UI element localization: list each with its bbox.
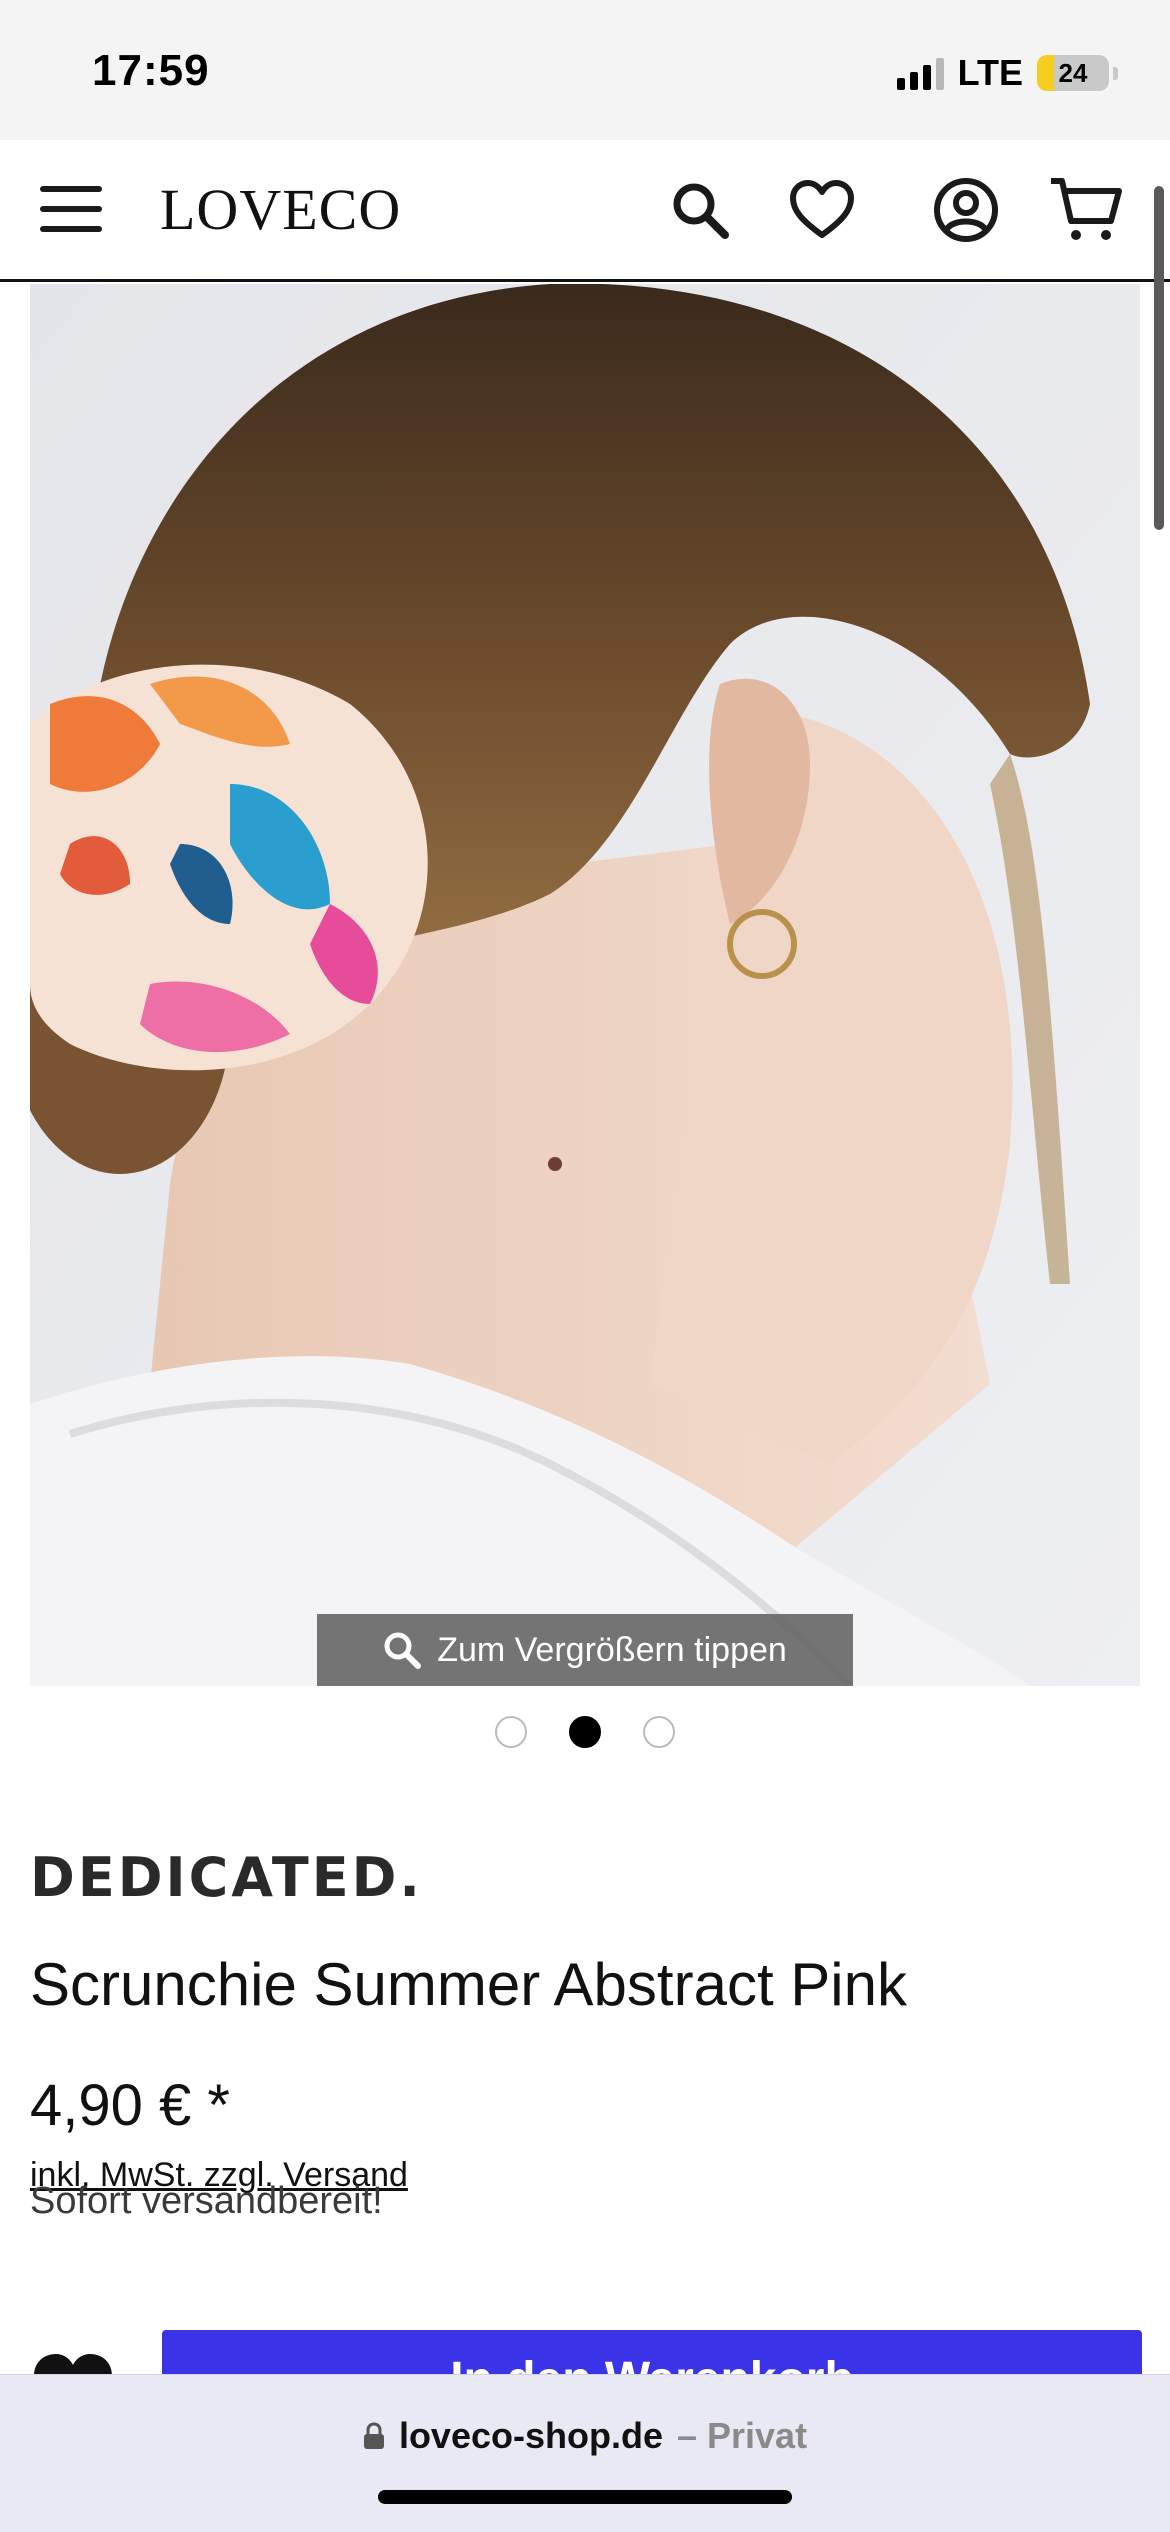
gallery-dot-2[interactable] [569, 1716, 601, 1748]
status-bar: 17:59 LTE 24 [0, 0, 1170, 140]
search-icon[interactable] [660, 170, 740, 250]
product-price: 4,90 € * [30, 2073, 230, 2138]
zoom-hint-button[interactable]: Zum Vergrößern tippen [317, 1614, 853, 1686]
browser-bottom-bar: loveco-shop.de – Privat [0, 2374, 1170, 2532]
signal-icon [896, 56, 944, 90]
menu-icon[interactable] [40, 186, 102, 232]
url-text: loveco-shop.de [398, 2415, 663, 2456]
zoom-search-icon [384, 1632, 422, 1669]
battery-icon: 24 [1037, 55, 1109, 91]
gallery-dot-3[interactable] [643, 1716, 675, 1748]
status-time: 17:59 [92, 46, 210, 95]
heart-icon[interactable] [782, 170, 862, 250]
cart-icon[interactable] [1046, 170, 1126, 250]
private-mode-label: – Privat [676, 2415, 808, 2456]
battery-level: 24 [1058, 57, 1088, 88]
scrollbar[interactable] [1154, 186, 1164, 530]
product-image[interactable]: Zum Vergrößern tippen [30, 284, 1140, 1686]
account-icon[interactable] [926, 170, 1006, 250]
product-brand[interactable]: DEDICATED. [30, 1846, 423, 1909]
network-label: LTE [957, 52, 1023, 93]
lock-icon [363, 2422, 384, 2449]
battery-tip [1113, 66, 1118, 80]
home-indicator[interactable] [378, 2490, 792, 2504]
availability-status: Sofort versandbereit! [30, 2180, 383, 2222]
gallery-pagination [0, 1716, 1170, 1748]
zoom-hint-label: Zum Vergrößern tippen [437, 1630, 787, 1669]
gallery-dot-1[interactable] [495, 1716, 527, 1748]
site-logo[interactable]: LOVECO [160, 176, 401, 243]
address-bar[interactable]: loveco-shop.de – Privat [0, 2415, 1170, 2457]
product-title: Scrunchie Summer Abstract Pink [30, 1951, 908, 2018]
product-photo [30, 284, 1140, 1686]
status-indicators: LTE 24 [896, 52, 1118, 94]
site-header: LOVECO [0, 140, 1170, 282]
